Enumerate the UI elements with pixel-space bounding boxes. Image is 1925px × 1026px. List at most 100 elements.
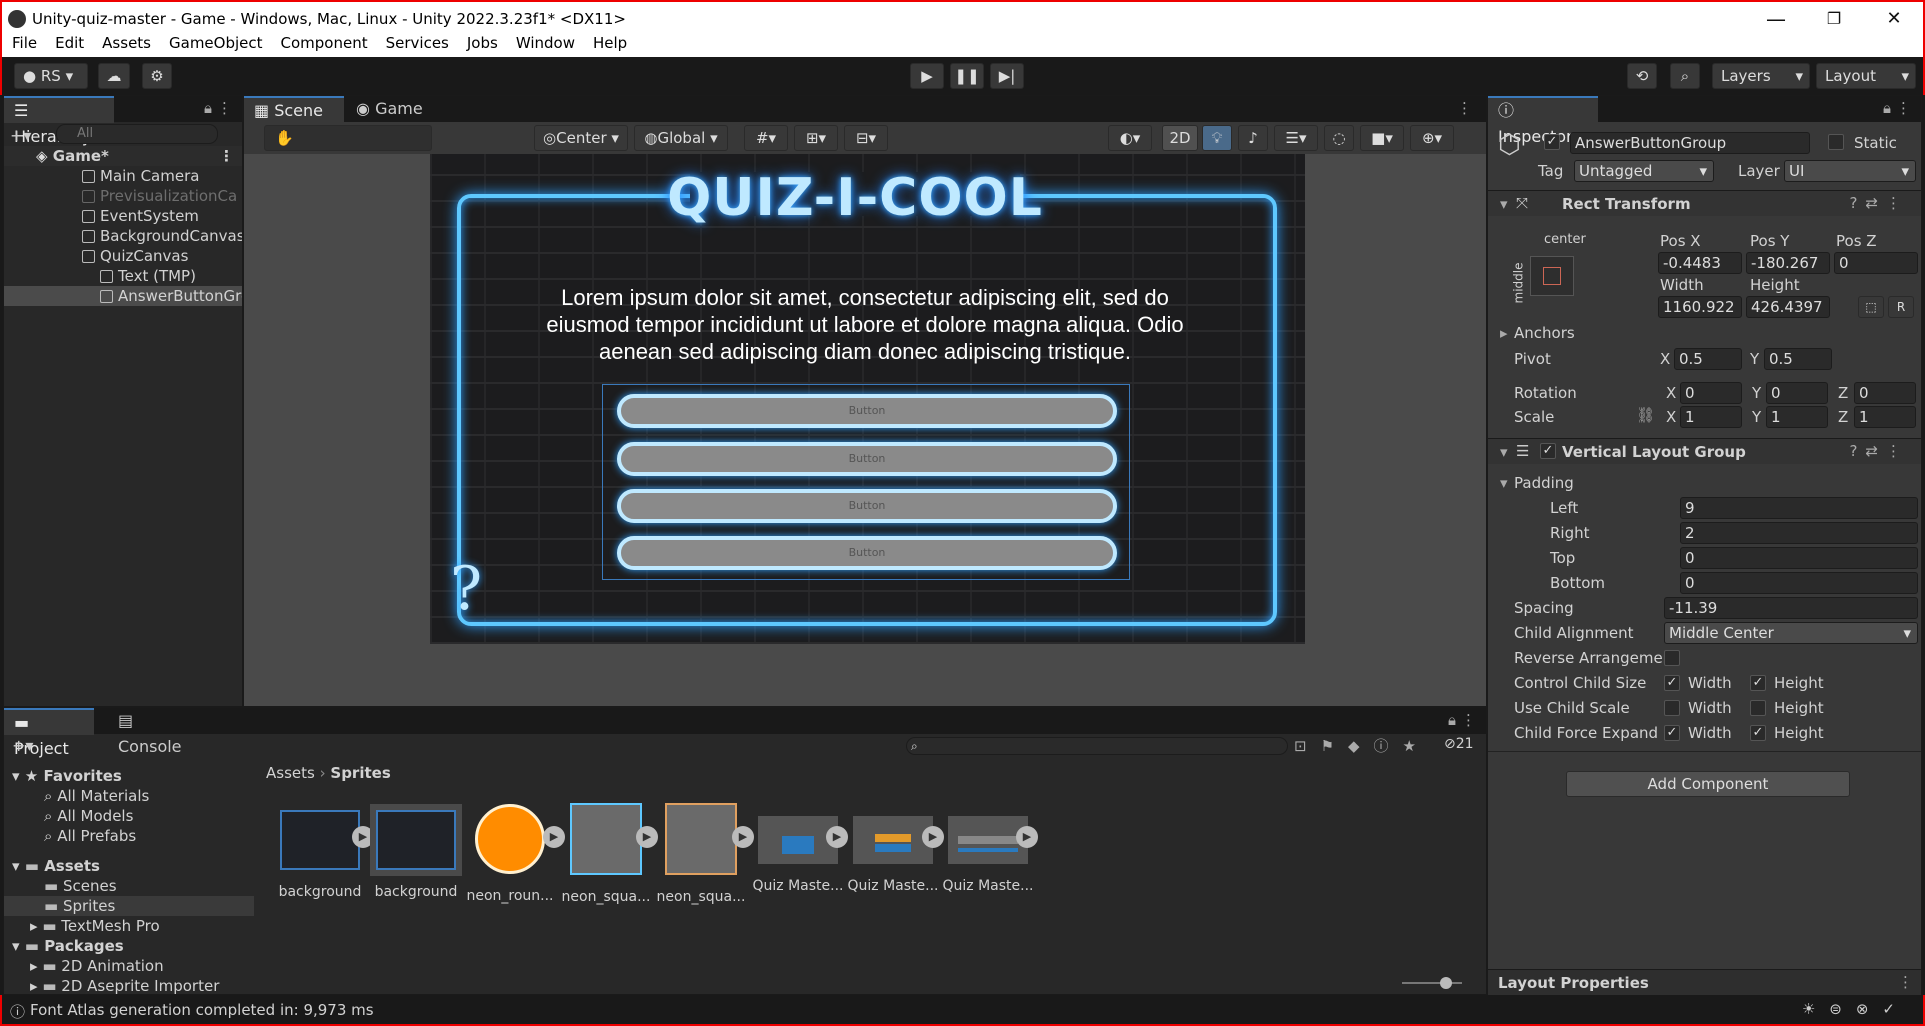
anchors-label[interactable]: Anchors xyxy=(1514,324,1575,342)
lock-icon[interactable]: 🔒︎ xyxy=(204,99,212,117)
hierarchy-item-answerbuttongroup[interactable]: AnswerButtonGro xyxy=(4,286,242,306)
menu-component[interactable]: Component xyxy=(271,31,376,52)
posx-input[interactable]: -0.4483 xyxy=(1658,252,1742,274)
more-icon[interactable]: ⋮ xyxy=(1457,99,1472,117)
object-name-input[interactable]: AnswerButtonGroup xyxy=(1570,132,1810,154)
tree-2d-aseprite[interactable]: ▸ ▬ 2D Aseprite Importer xyxy=(4,976,254,996)
ccs-height-checkbox[interactable]: ✓ xyxy=(1750,675,1766,691)
close-button[interactable]: ✕ xyxy=(1874,6,1914,34)
tree-packages[interactable]: ▾ ▬ Packages xyxy=(4,936,254,956)
expand-icon[interactable]: ▶ xyxy=(732,826,754,848)
add-component-button[interactable]: Add Component xyxy=(1566,771,1850,797)
asset-quiz-master-1[interactable]: Quiz Maste... xyxy=(752,800,844,894)
answer-button-1[interactable]: Button xyxy=(617,394,1117,428)
menu-gameobject[interactable]: GameObject xyxy=(159,31,271,52)
minimize-button[interactable]: — xyxy=(1756,6,1796,34)
posy-input[interactable]: -180.267 xyxy=(1746,252,1830,274)
vlg-header[interactable]: ▾ ☰ ✓ Vertical Layout Group ?⇄⋮ xyxy=(1488,438,1921,464)
tab-game[interactable]: ◉ Game xyxy=(346,96,436,123)
increment-icon[interactable]: ⊟▾ xyxy=(844,125,888,151)
more-icon[interactable]: ⋮ xyxy=(1898,973,1913,991)
hierarchy-item-text-tmp[interactable]: Text (TMP) xyxy=(4,266,242,286)
status-icons[interactable]: ☀⊜⊗✓ xyxy=(1802,1000,1909,1018)
tag-dropdown[interactable]: Untagged ▾ xyxy=(1574,160,1714,182)
answer-button-4[interactable]: Button xyxy=(617,536,1117,570)
tab-scene[interactable]: ▦ Scene xyxy=(244,96,344,123)
scale-x-input[interactable]: 1 xyxy=(1680,406,1742,428)
asset-quiz-master-2[interactable]: Quiz Maste... xyxy=(847,800,939,894)
add-icon[interactable]: +▾ xyxy=(10,126,31,145)
breadcrumb-sprites[interactable]: Sprites xyxy=(330,764,390,782)
project-filter-icons[interactable]: ⊡⚑◆ⓘ★ xyxy=(1294,735,1430,756)
more-icon[interactable]: ⋮ xyxy=(219,146,234,166)
pivot-dropdown[interactable]: ◎Center ▾ xyxy=(534,125,628,151)
asset-background-1[interactable]: background xyxy=(274,800,366,900)
menu-window[interactable]: Window xyxy=(506,31,583,52)
play-button[interactable]: ▶ xyxy=(910,63,944,89)
scene-viewport[interactable]: QUIZ-I-COOL Lorem ipsum dolor sit amet, … xyxy=(244,154,1486,706)
expand-icon[interactable]: ▶ xyxy=(826,826,848,848)
static-checkbox[interactable] xyxy=(1828,134,1844,150)
hierarchy-item-previsualization[interactable]: PrevisualizationCa xyxy=(4,186,242,206)
link-icon[interactable]: ⛓ xyxy=(1636,406,1655,424)
2d-toggle[interactable]: 2D xyxy=(1162,125,1198,151)
hidden-count[interactable]: ⊘21 xyxy=(1444,736,1474,752)
tree-scenes[interactable]: ▬ Scenes xyxy=(4,876,254,896)
space-dropdown[interactable]: ◍Global ▾ xyxy=(634,125,728,151)
menu-jobs[interactable]: Jobs xyxy=(457,31,506,52)
pivot-x-input[interactable]: 0.5 xyxy=(1674,348,1742,370)
slider-handle[interactable] xyxy=(1440,977,1452,989)
blueprint-icon[interactable]: ⬚ xyxy=(1858,296,1884,318)
menu-help[interactable]: Help xyxy=(583,31,635,52)
zoom-slider[interactable] xyxy=(1402,977,1462,989)
camera-icon[interactable]: ■▾ xyxy=(1360,125,1404,151)
restore-button[interactable]: ❐ xyxy=(1814,6,1854,34)
active-checkbox[interactable]: ✓ xyxy=(1544,134,1560,150)
asset-neon-square-2[interactable]: neon_squa... xyxy=(655,800,747,905)
tree-all-models[interactable]: ⌕ All Models xyxy=(4,806,254,826)
transform-tools[interactable]: ✋✥⟳⤢▢⊕ xyxy=(264,125,432,171)
history-icon[interactable]: ⟲ xyxy=(1627,63,1657,89)
vlg-enabled-checkbox[interactable]: ✓ xyxy=(1540,443,1556,459)
anchor-preset-button[interactable] xyxy=(1530,256,1574,296)
cfe-height-checkbox[interactable]: ✓ xyxy=(1750,725,1766,741)
component-menu-icons[interactable]: ?⇄⋮ xyxy=(1849,194,1909,212)
menu-edit[interactable]: Edit xyxy=(45,31,92,52)
posz-input[interactable]: 0 xyxy=(1834,252,1918,274)
padding-label[interactable]: Padding xyxy=(1514,474,1574,492)
spacing-input[interactable]: -11.39 xyxy=(1664,597,1918,619)
expand-icon[interactable]: ▶ xyxy=(1016,826,1038,848)
pad-left-input[interactable]: 9 xyxy=(1680,497,1918,519)
tree-favorites[interactable]: ▾ ★ Favorites xyxy=(4,766,254,786)
answer-button-2[interactable]: Button xyxy=(617,442,1117,476)
lock-icon[interactable]: 🔒︎ xyxy=(1448,711,1456,729)
tree-2d-animation[interactable]: ▸ ▬ 2D Animation xyxy=(4,956,254,976)
step-button[interactable]: ▶| xyxy=(990,63,1024,89)
gizmos-icon[interactable]: ⊕▾ xyxy=(1410,125,1454,151)
pivot-y-input[interactable]: 0.5 xyxy=(1764,348,1832,370)
raw-edit-button[interactable]: R xyxy=(1888,296,1914,318)
snap-icon[interactable]: ⊞▾ xyxy=(794,125,838,151)
asset-background-2[interactable]: background xyxy=(370,800,462,900)
lock-icon[interactable]: 🔒︎ xyxy=(1883,99,1891,117)
tab-inspector[interactable]: ⓘ Inspector xyxy=(1488,96,1598,146)
expand-icon[interactable]: ▶ xyxy=(922,826,944,848)
audio-icon[interactable]: ♪ xyxy=(1238,125,1268,151)
visibility-icon[interactable]: ◌ xyxy=(1324,125,1354,151)
more-icon[interactable]: ⋮ xyxy=(1896,99,1911,117)
asset-quiz-master-3[interactable]: Quiz Maste... xyxy=(942,800,1034,894)
menu-file[interactable]: File xyxy=(2,31,45,52)
height-input[interactable]: 426.4397 xyxy=(1746,296,1830,318)
child-alignment-dropdown[interactable]: Middle Center ▾ xyxy=(1664,622,1918,644)
cloud-icon[interactable]: ☁ xyxy=(98,63,130,89)
shading-icon[interactable]: ◐▾ xyxy=(1108,125,1152,151)
menu-assets[interactable]: Assets xyxy=(92,31,159,52)
scale-y-input[interactable]: 1 xyxy=(1766,406,1828,428)
tree-all-materials[interactable]: ⌕ All Materials xyxy=(4,786,254,806)
hierarchy-item-main-camera[interactable]: Main Camera xyxy=(4,166,242,186)
more-icon[interactable]: ⋮ xyxy=(217,99,232,117)
asset-neon-square-1[interactable]: neon_squa... xyxy=(560,800,652,905)
tab-project[interactable]: ▬ Project xyxy=(4,708,94,758)
rect-transform-header[interactable]: ▾ ⤧ Rect Transform ?⇄⋮ xyxy=(1488,190,1921,216)
layout-dropdown[interactable]: Layout ▾ xyxy=(1816,63,1916,89)
